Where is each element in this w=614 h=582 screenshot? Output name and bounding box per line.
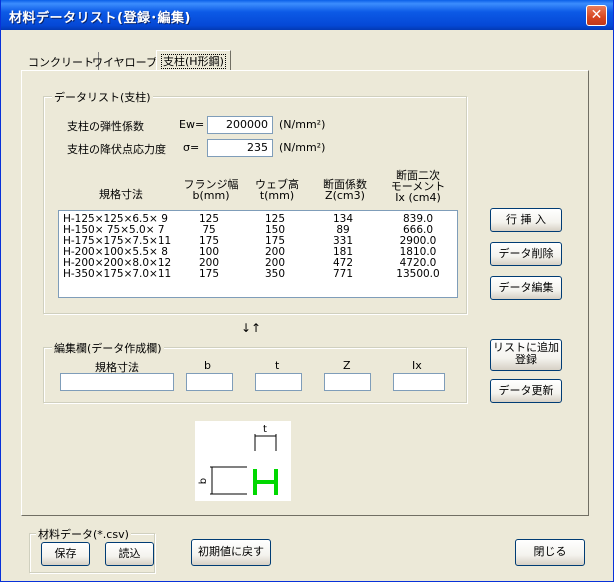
col-header-section-modulus-line2: Z(cm3) [325,189,365,202]
move-arrows-icon: ↓↑ [241,321,262,335]
insert-row-button[interactable]: 行 挿 入 [490,208,562,232]
tab-concrete-label: コンクリート [28,56,94,69]
tab-h-beam-post[interactable]: 支柱(H形鋼) [156,50,231,71]
edit-z-label: Z [343,359,351,372]
edit-z-input[interactable] [324,373,371,391]
add-to-list-line2: 登録 [515,353,537,366]
save-button[interactable]: 保存 [41,542,90,566]
close-button[interactable]: 閉じる [515,539,585,566]
list-item-t: 350 [264,268,286,280]
close-icon[interactable]: ✕ [586,5,607,26]
edit-spec-input[interactable] [60,373,174,391]
tab-h-beam-post-label: 支柱(H形鋼) [161,54,226,69]
edit-t-input[interactable] [255,373,302,391]
edit-b-input[interactable] [186,373,233,391]
yield-unit: (N/mm²) [279,141,326,154]
edit-t-label: t [275,359,280,372]
col-header-flange: フランジ幅 b(mm) [181,179,241,201]
title-bar[interactable]: 材料データリスト(登録･編集) ✕ [1,0,613,30]
h-beam-diagram-svg: t b [198,424,278,495]
load-button[interactable]: 読込 [105,542,154,566]
edit-ix-label: Ix [412,359,422,372]
elastic-modulus-label: 支柱の弾性係数 [67,120,144,133]
col-header-section-modulus: 断面係数 Z(cm3) [315,179,375,201]
col-header-moment: 断面二次 モーメント Ix (cm4) [387,170,449,203]
yield-stress-label: 支柱の降伏点応力度 [67,143,166,156]
edit-b-label: b [204,359,211,372]
list-item-ix: 13500.0 [396,268,440,280]
h-web [253,480,278,484]
tab-wire-rope[interactable]: ワイヤロープ [88,52,163,70]
col-header-spec: 規格寸法 [99,188,143,201]
yield-symbol: σ= [183,141,200,154]
col-header-web: ウェブ高 t(mm) [247,179,307,201]
elastic-modulus-input[interactable]: 200000 [207,116,273,134]
datalist-group-label: データリスト(支柱) [52,89,153,105]
list-item-spec: H-350×175×7.0×11 [63,268,172,280]
add-to-list-button[interactable]: リストに追加 登録 [490,339,562,371]
window-title: 材料データリスト(登録･編集) [9,11,191,26]
yield-stress-input[interactable]: 235 [207,139,273,157]
edit-ix-input[interactable] [393,373,445,391]
tab-wire-rope-label: ワイヤロープ [92,56,158,69]
t-dimension-label: t [263,424,267,435]
list-item-z: 771 [332,268,354,280]
delete-data-button[interactable]: データ削除 [490,242,562,266]
list-item[interactable]: H-350×175×7.0×11 175 350 771 13500.0 [59,269,457,280]
reset-defaults-button[interactable]: 初期値に戻す [191,539,271,566]
col-header-moment-line3: Ix (cm4) [395,191,441,204]
csv-group-label: 材料データ(*.csv) [36,526,131,542]
list-item-b: 175 [198,268,220,280]
h-beam-diagram: t b [195,421,291,501]
material-listbox[interactable]: H-125×125×6.5× 9 125 125 134 839.0 H-150… [58,210,458,298]
edit-data-button[interactable]: データ編集 [490,276,562,300]
elastic-unit: (N/mm²) [279,118,326,131]
elastic-symbol: Ew= [179,118,205,131]
col-header-web-line2: t(mm) [259,189,295,202]
edit-group-label: 編集欄(データ作成欄) [52,340,164,356]
b-dimension-label: b [198,478,209,484]
update-data-button[interactable]: データ更新 [490,379,562,403]
material-data-window: 材料データリスト(登録･編集) ✕ コンクリート ワイヤロープ 支柱(H形鋼) … [0,0,614,582]
h-beam-shape [253,469,278,495]
col-header-flange-line2: b(mm) [192,189,230,202]
